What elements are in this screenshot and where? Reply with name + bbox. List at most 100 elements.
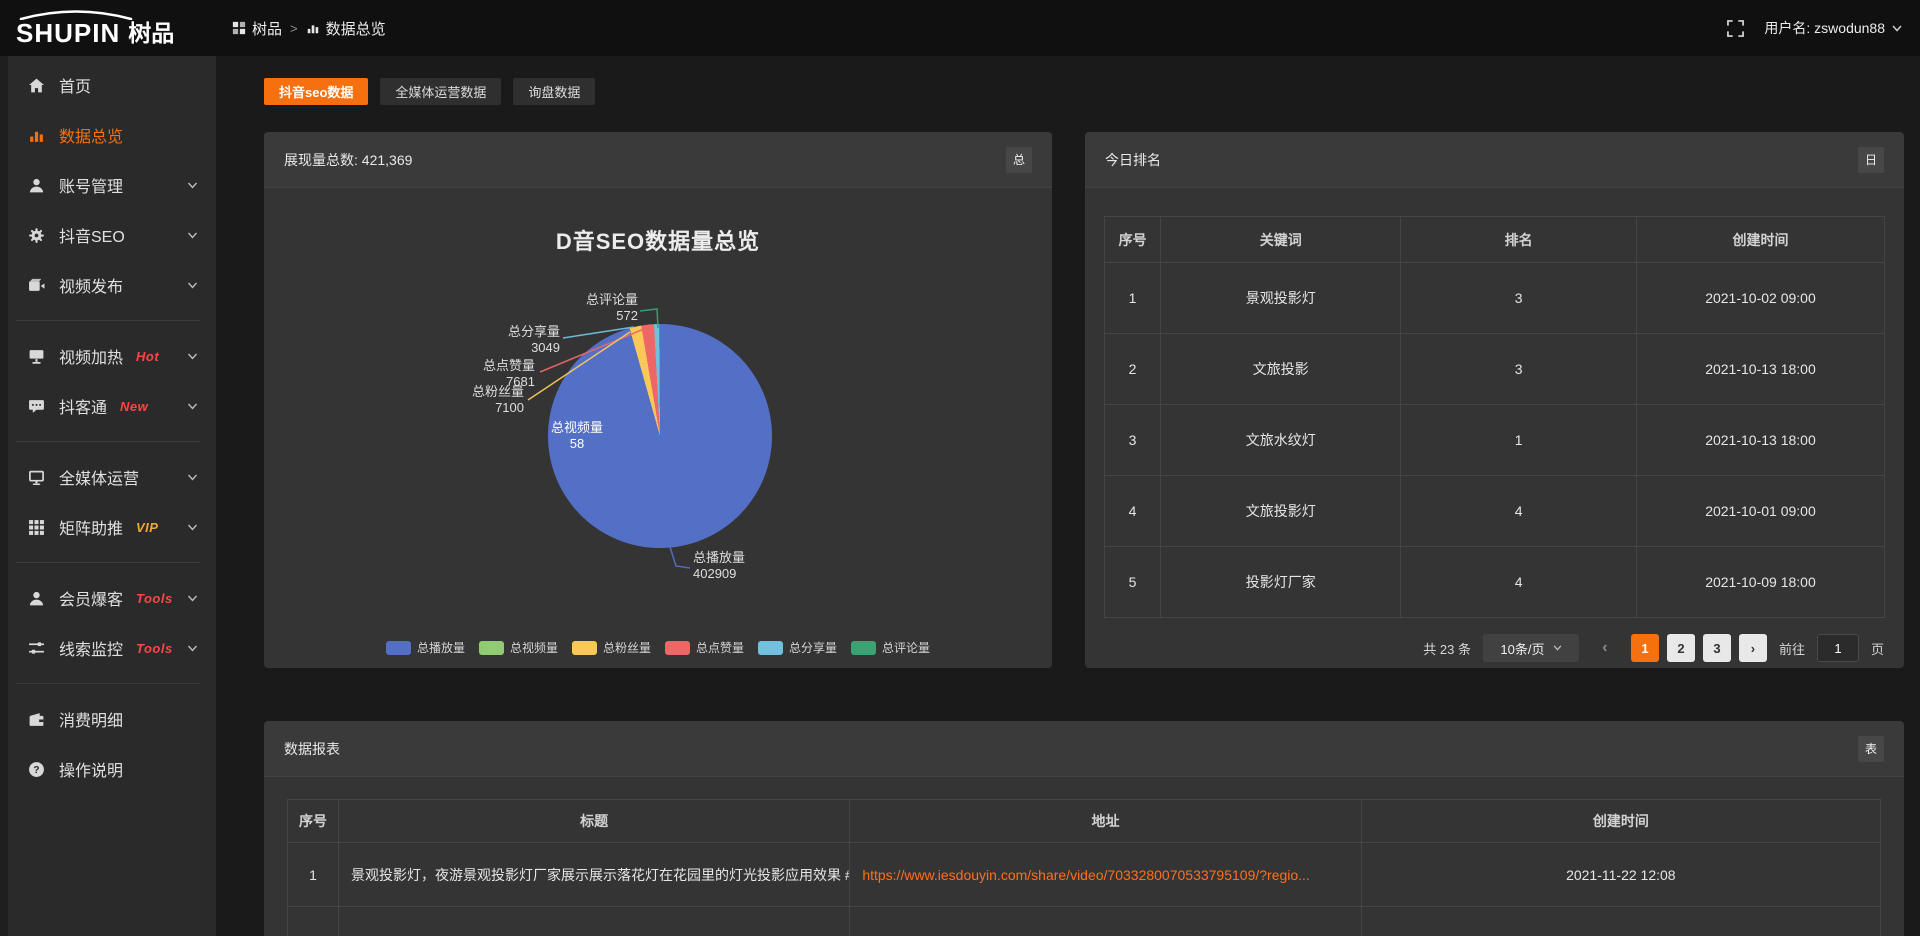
sidebar-item-video-publish[interactable]: 视频发布 xyxy=(0,260,216,310)
brand-logo-text: SHUPIN xyxy=(16,10,120,46)
username-label: 用户名: zswodun88 xyxy=(1764,18,1885,38)
table-cell: 2 xyxy=(1105,334,1161,405)
sidebar-divider xyxy=(16,683,200,684)
brand-logo-cn: 树品 xyxy=(128,21,174,46)
total-badge-button[interactable]: 总 xyxy=(1006,147,1032,173)
sidebar-divider xyxy=(16,320,200,321)
legend-item[interactable]: 总评论量 xyxy=(851,639,930,656)
pagination: 共 23 条 10条/页 ‹ 1 2 3 › 前往 页 xyxy=(1105,634,1884,662)
sidebar-item-douketong[interactable]: 抖客通 New xyxy=(0,381,216,431)
legend-item[interactable]: 总点赞量 xyxy=(665,639,744,656)
col-index: 序号 xyxy=(288,800,339,843)
chevron-down-icon xyxy=(1553,645,1562,651)
col-title: 标题 xyxy=(338,800,849,843)
table-row: 5 投影灯厂家 4 2021-10-09 18:00 xyxy=(1105,547,1885,618)
ranking-table: 序号 关键词 排名 创建时间 1 景观投影灯 3 2021-10-02 09:0… xyxy=(1104,216,1885,618)
page-size-select[interactable]: 10条/页 xyxy=(1483,634,1579,662)
sidebar-item-matrix-boost[interactable]: 矩阵助推 VIP xyxy=(0,502,216,552)
report-title: 数据报表 xyxy=(284,739,340,759)
page-button-3[interactable]: 3 xyxy=(1703,634,1731,662)
table-cell: 1 xyxy=(288,843,339,907)
chevron-down-icon xyxy=(187,232,198,239)
table-cell: 4 xyxy=(1105,476,1161,547)
topbar-actions: 用户名: zswodun88 xyxy=(1727,18,1902,38)
chevron-down-icon xyxy=(187,282,198,289)
pie-chart: D音SEO数据量总览 总评论量572 总分享量3049 总点赞量7681 xyxy=(264,188,1052,668)
rank-cell: 4 xyxy=(1401,476,1637,547)
legend-item[interactable]: 总播放量 xyxy=(386,639,465,656)
goto-label: 前往 xyxy=(1779,639,1805,658)
breadcrumb-root[interactable]: 树品 xyxy=(232,18,282,39)
sidebar-item-spend-detail[interactable]: 消费明细 xyxy=(0,694,216,744)
table-row xyxy=(288,907,1881,936)
day-badge-button[interactable]: 日 xyxy=(1858,147,1884,173)
table-badge-button[interactable]: 表 xyxy=(1858,736,1884,762)
created-cell: 2021-10-13 18:00 xyxy=(1636,405,1884,476)
main-content: 抖音seo数据 全媒体运营数据 询盘数据 展现量总数: 421,369 总 D音… xyxy=(216,56,1920,936)
chevron-down-icon xyxy=(1892,25,1902,32)
legend-item[interactable]: 总分享量 xyxy=(758,639,837,656)
created-cell: 2021-11-22 12:08 xyxy=(1361,843,1880,907)
sidebar-item-douyin-seo[interactable]: 抖音SEO xyxy=(0,210,216,260)
chat-bubble-icon xyxy=(28,398,45,415)
page-button-1[interactable]: 1 xyxy=(1631,634,1659,662)
chevron-down-icon xyxy=(187,524,198,531)
label-total-fans: 总粉丝量7100 xyxy=(440,384,524,416)
sidebar-item-omni-media[interactable]: 全媒体运营 xyxy=(0,452,216,502)
wallet-icon xyxy=(28,711,45,728)
label-total-comments: 总评论量572 xyxy=(554,292,638,324)
sidebar-item-help[interactable]: ? 操作说明 xyxy=(0,744,216,794)
label-total-videos: 总视频量58 xyxy=(547,420,607,452)
legend-swatch xyxy=(665,641,690,655)
tab-omni-media-data[interactable]: 全媒体运营数据 xyxy=(380,78,501,105)
table-row: 2 文旅投影 3 2021-10-13 18:00 xyxy=(1105,334,1885,405)
report-table: 序号 标题 地址 创建时间 1 景观投影灯，夜游景观投影灯厂家展示展示落花灯在花… xyxy=(287,799,1881,936)
user-icon xyxy=(28,177,45,194)
bar-chart-icon xyxy=(306,21,320,35)
user-menu[interactable]: 用户名: zswodun88 xyxy=(1764,18,1902,38)
sidebar-item-lead-monitor[interactable]: 线索监控 Tools xyxy=(0,623,216,673)
rank-cell: 4 xyxy=(1401,547,1637,618)
table-row: 1 景观投影灯 3 2021-10-02 09:00 xyxy=(1105,263,1885,334)
fullscreen-icon[interactable] xyxy=(1727,20,1744,37)
label-total-plays: 总播放量402909 xyxy=(693,550,803,582)
breadcrumb-current[interactable]: 数据总览 xyxy=(306,18,386,39)
chevron-down-icon xyxy=(187,595,198,602)
legend-swatch xyxy=(479,641,504,655)
seo-overview-card: 展现量总数: 421,369 总 D音SEO数据量总览 总评论量572 总分享量… xyxy=(264,132,1052,668)
sidebar-item-account[interactable]: 账号管理 xyxy=(0,160,216,210)
dashboard-icon xyxy=(232,21,246,35)
chevron-down-icon xyxy=(187,353,198,360)
legend-item[interactable]: 总粉丝量 xyxy=(572,639,651,656)
table-cell: 1 xyxy=(1105,263,1161,334)
legend-item[interactable]: 总视频量 xyxy=(479,639,558,656)
sidebar-divider xyxy=(16,441,200,442)
sidebar-item-member-baoke[interactable]: 会员爆客 Tools xyxy=(0,573,216,623)
next-page-button[interactable]: › xyxy=(1739,634,1767,662)
pagination-total: 共 23 条 xyxy=(1423,639,1471,658)
table-cell xyxy=(1361,907,1880,936)
table-row: 4 文旅投影灯 4 2021-10-01 09:00 xyxy=(1105,476,1885,547)
legend-swatch xyxy=(851,641,876,655)
sidebar-item-data-overview[interactable]: 数据总览 xyxy=(0,110,216,160)
rank-cell: 3 xyxy=(1401,263,1637,334)
tab-inquiry-data[interactable]: 询盘数据 xyxy=(513,78,595,105)
goto-page-input[interactable] xyxy=(1817,634,1859,662)
vip-badge: VIP xyxy=(136,520,158,535)
seo-overview-card-header: 展现量总数: 421,369 总 xyxy=(264,132,1052,188)
sidebar-item-video-heat[interactable]: 视频加热 Hot xyxy=(0,331,216,381)
table-cell: 3 xyxy=(1105,405,1161,476)
table-row: 1 景观投影灯，夜游景观投影灯厂家展示展示落花灯在花园里的灯光投影应用效果 # … xyxy=(288,843,1881,907)
prev-page-button[interactable]: ‹ xyxy=(1591,634,1619,662)
svg-text:?: ? xyxy=(33,765,39,776)
sidebar-divider xyxy=(16,562,200,563)
video-link[interactable]: https://www.iesdouyin.com/share/video/70… xyxy=(862,867,1310,883)
table-cell xyxy=(288,907,339,936)
sidebar-item-home[interactable]: 首页 xyxy=(0,60,216,110)
rank-cell: 3 xyxy=(1401,334,1637,405)
sliders-icon xyxy=(28,640,45,657)
legend-swatch xyxy=(572,641,597,655)
keyword-cell: 文旅水纹灯 xyxy=(1161,405,1401,476)
tab-douyin-seo-data[interactable]: 抖音seo数据 xyxy=(264,78,368,105)
page-button-2[interactable]: 2 xyxy=(1667,634,1695,662)
